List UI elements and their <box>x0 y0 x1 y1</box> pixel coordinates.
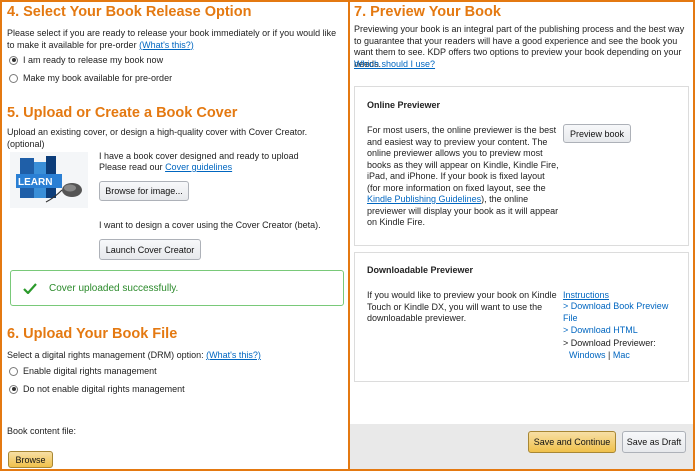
download-previewer-os-links: Windows | Mac <box>569 350 630 362</box>
radio-disable-drm[interactable]: Do not enable digital rights management <box>9 384 185 394</box>
radio-disable-drm-label: Do not enable digital rights management <box>23 384 185 394</box>
downloadable-previewer-panel: Downloadable Previewer If you would like… <box>354 252 689 382</box>
os-separator: | <box>608 350 611 360</box>
drm-prompt: Select a digital rights management (DRM)… <box>7 350 261 362</box>
section4-title: 4. Select Your Book Release Option <box>7 4 252 20</box>
cover-thumbnail-text: LEARN <box>18 177 52 188</box>
download-html-link[interactable]: > Download HTML <box>563 325 638 337</box>
online-previewer-text-before: For most users, the online previewer is … <box>367 125 559 193</box>
cover-success-message: Cover uploaded successfully. <box>49 282 179 294</box>
cover-guidelines-link[interactable]: Cover guidelines <box>165 162 232 172</box>
drm-prompt-text: Select a digital rights management (DRM)… <box>7 350 204 360</box>
section4-description: Please select if you are ready to releas… <box>7 28 343 51</box>
download-preview-file-prefix: > <box>563 301 571 311</box>
action-bar: Save and Continue Save as Draft <box>350 424 693 469</box>
cover-success-message-box: Cover uploaded successfully. <box>10 270 344 306</box>
download-previewer-label: > Download Previewer: <box>563 338 656 348</box>
online-previewer-panel: Online Previewer For most users, the onl… <box>354 86 689 246</box>
have-cover-text: I have a book cover designed and ready t… <box>99 151 299 161</box>
section6-title: 6. Upload Your Book File <box>7 326 178 342</box>
drm-whats-this-link[interactable]: (What's this?) <box>206 350 261 360</box>
design-cover-text: I want to design a cover using the Cover… <box>99 220 321 230</box>
radio-enable-drm[interactable]: Enable digital rights management <box>9 366 157 376</box>
read-our-text: Please read our <box>99 162 163 172</box>
online-previewer-title: Online Previewer <box>367 100 441 110</box>
right-column: 7. Preview Your Book Previewing your boo… <box>350 2 693 469</box>
left-column: 4. Select Your Book Release Option Pleas… <box>2 2 348 469</box>
radio-release-now-label: I am ready to release my book now <box>23 55 164 65</box>
instructions-link[interactable]: Instructions <box>563 290 609 302</box>
which-should-i-use-link[interactable]: Which should I use? <box>354 59 435 69</box>
radio-enable-drm-label: Enable digital rights management <box>23 366 157 376</box>
download-html-label[interactable]: Download HTML <box>571 325 638 335</box>
book-content-file-label: Book content file: <box>7 426 77 436</box>
windows-download-link[interactable]: Windows <box>569 350 606 360</box>
download-html-prefix: > <box>563 325 571 335</box>
section5-title: 5. Upload or Create a Book Cover <box>7 105 238 121</box>
which-should-i-use-line: Which should I use? <box>354 59 435 71</box>
radio-preorder[interactable]: Make my book available for pre-order <box>9 73 172 83</box>
cover-thumbnail: LEARN <box>10 152 88 208</box>
radio-preorder-label: Make my book available for pre-order <box>23 73 173 83</box>
preview-book-button[interactable]: Preview book <box>563 124 631 143</box>
section4-whats-this-link[interactable]: (What's this?) <box>139 40 194 50</box>
radio-release-now-control[interactable] <box>9 55 18 65</box>
radio-enable-drm-control[interactable] <box>9 366 18 376</box>
downloadable-previewer-text: If you would like to preview your book o… <box>367 290 557 323</box>
cover-guidelines-line: Please read our Cover guidelines <box>99 162 344 174</box>
browse-image-button[interactable]: Browse for image... <box>99 181 189 201</box>
checkmark-icon <box>23 282 37 294</box>
kindle-publishing-guidelines-link[interactable]: Kindle Publishing Guidelines <box>367 194 481 204</box>
section7-title: 7. Preview Your Book <box>354 4 501 20</box>
save-as-draft-button[interactable]: Save as Draft <box>622 431 686 453</box>
save-and-continue-button[interactable]: Save and Continue <box>528 431 616 453</box>
download-book-preview-file-link[interactable]: > Download Book Preview File <box>563 301 683 324</box>
download-preview-file-label[interactable]: Download Book Preview File <box>563 301 668 323</box>
downloadable-previewer-title: Downloadable Previewer <box>367 265 474 275</box>
radio-release-now[interactable]: I am ready to release my book now <box>9 55 163 65</box>
online-previewer-text: For most users, the online previewer is … <box>367 125 559 229</box>
launch-cover-creator-button[interactable]: Launch Cover Creator <box>99 239 201 260</box>
instructions-link-label[interactable]: Instructions <box>563 290 609 300</box>
radio-disable-drm-control[interactable] <box>9 384 18 394</box>
section5-description: Upload an existing cover, or design a hi… <box>7 127 308 149</box>
radio-preorder-control[interactable] <box>9 73 18 83</box>
browse-book-file-button[interactable]: Browse <box>8 451 53 468</box>
mac-download-link[interactable]: Mac <box>613 350 630 360</box>
